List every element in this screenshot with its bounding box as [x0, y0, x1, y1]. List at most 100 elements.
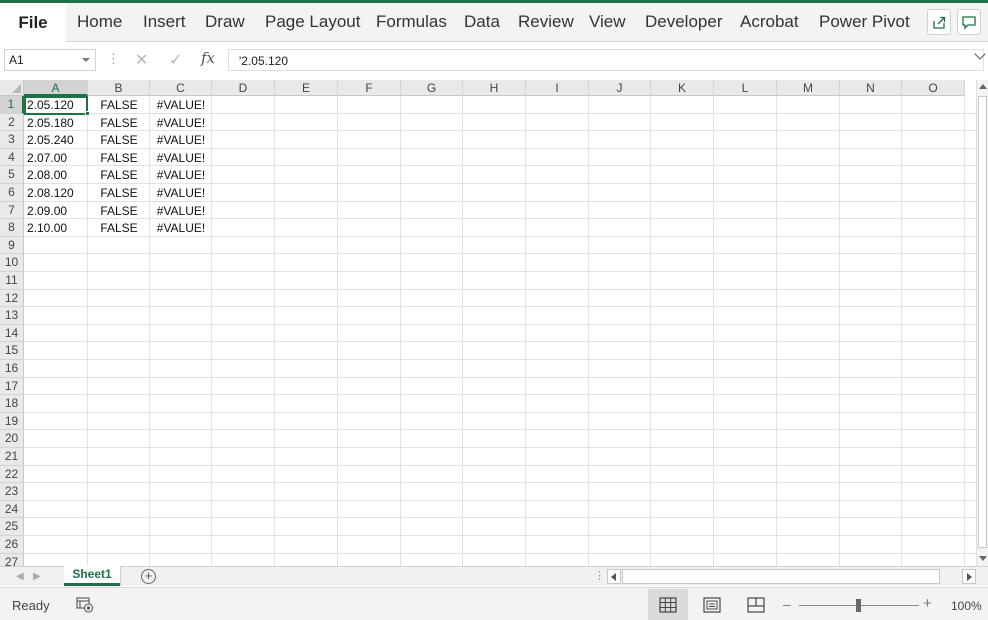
page-break-preview-button[interactable]	[736, 589, 776, 620]
normal-view-button[interactable]	[648, 589, 688, 620]
row-header-5[interactable]: 5	[0, 166, 24, 184]
row-header-13[interactable]: 13	[0, 307, 24, 325]
row-header-15[interactable]: 15	[0, 342, 24, 360]
tab-formulas[interactable]: Formulas	[376, 12, 447, 32]
row-header-22[interactable]: 22	[0, 465, 24, 484]
row-header-10[interactable]: 10	[0, 254, 24, 272]
row-header-21[interactable]: 21	[0, 448, 24, 466]
row-header-23[interactable]: 23	[0, 483, 24, 501]
row-header-19[interactable]: 19	[0, 412, 24, 431]
column-header-g[interactable]: G	[401, 80, 463, 96]
vertical-scrollbar[interactable]	[976, 80, 988, 566]
cell-a5[interactable]: 2.08.00	[27, 167, 87, 184]
row-header-3[interactable]: 3	[0, 131, 24, 149]
scroll-down-icon[interactable]	[979, 556, 987, 561]
tab-developer[interactable]: Developer	[645, 12, 723, 32]
row-header-26[interactable]: 26	[0, 536, 24, 554]
next-sheet-icon[interactable]: ▶	[33, 571, 41, 582]
column-header-f[interactable]: F	[338, 80, 401, 96]
tab-file[interactable]: File	[0, 3, 66, 42]
tab-home[interactable]: Home	[77, 12, 122, 32]
cell-a6[interactable]: 2.08.120	[27, 185, 87, 202]
accessibility-icon[interactable]	[76, 597, 94, 613]
zoom-level[interactable]: 100%	[951, 599, 982, 613]
cancel-x-icon[interactable]: ✕	[135, 50, 148, 70]
tab-draw[interactable]: Draw	[205, 12, 245, 32]
row-header-7[interactable]: 7	[0, 201, 24, 220]
cell-b5[interactable]: FALSE	[88, 167, 150, 184]
tab-split-handle[interactable]: ⋮	[594, 570, 605, 582]
tab-page-layout[interactable]: Page Layout	[265, 12, 360, 32]
row-header-2[interactable]: 2	[0, 113, 24, 132]
tab-insert[interactable]: Insert	[143, 12, 186, 32]
cell-c2[interactable]: #VALUE!	[150, 115, 212, 132]
cell-b3[interactable]: FALSE	[88, 132, 150, 149]
tab-data[interactable]: Data	[464, 12, 500, 32]
scroll-right-icon[interactable]	[962, 569, 976, 584]
column-header-h[interactable]: H	[463, 80, 526, 96]
column-header-d[interactable]: D	[212, 80, 275, 96]
formula-bar-drag-handle[interactable]: ⋮	[107, 52, 120, 66]
column-header-n[interactable]: N	[840, 80, 902, 96]
cell-b2[interactable]: FALSE	[88, 115, 150, 132]
scroll-left-icon[interactable]	[607, 569, 621, 584]
row-header-9[interactable]: 9	[0, 236, 24, 255]
zoom-slider-thumb[interactable]	[856, 599, 861, 612]
cell-c3[interactable]: #VALUE!	[150, 132, 212, 149]
cell-b4[interactable]: FALSE	[88, 150, 150, 167]
row-header-16[interactable]: 16	[0, 360, 24, 378]
row-header-12[interactable]: 12	[0, 289, 24, 308]
column-header-k[interactable]: K	[651, 80, 714, 96]
column-header-i[interactable]: I	[526, 80, 589, 96]
comments-button[interactable]	[957, 9, 981, 35]
row-header-11[interactable]: 11	[0, 272, 24, 290]
row-header-20[interactable]: 20	[0, 430, 24, 448]
cell-c7[interactable]: #VALUE!	[150, 203, 212, 220]
add-sheet-icon[interactable]: +	[141, 569, 156, 584]
horizontal-scroll-thumb[interactable]	[622, 569, 940, 584]
fill-handle[interactable]	[85, 111, 90, 116]
cell-b7[interactable]: FALSE	[88, 203, 150, 220]
cell-a7[interactable]: 2.09.00	[27, 203, 87, 220]
horizontal-scroll-track[interactable]	[940, 569, 962, 584]
cell-c4[interactable]: #VALUE!	[150, 150, 212, 167]
row-header-17[interactable]: 17	[0, 377, 24, 396]
column-header-a[interactable]: A	[24, 80, 88, 96]
cell-b8[interactable]: FALSE	[88, 220, 150, 237]
vertical-scroll-thumb[interactable]	[978, 96, 987, 548]
zoom-in-button[interactable]: +	[923, 595, 932, 612]
column-header-m[interactable]: M	[777, 80, 840, 96]
chevron-down-icon[interactable]	[82, 58, 90, 62]
tab-power-pivot[interactable]: Power Pivot	[819, 12, 910, 32]
column-header-e[interactable]: E	[275, 80, 338, 96]
formula-input[interactable]: '2.05.120	[228, 49, 984, 71]
spreadsheet-grid[interactable]: ABCDEFGHIJKLMNO 1 2 3 4 5 6 7 8 9 10 11 12 13 14 15 16 1…	[0, 80, 988, 566]
cell-a3[interactable]: 2.05.240	[27, 132, 87, 149]
cell-a4[interactable]: 2.07.00	[27, 150, 87, 167]
cell-c5[interactable]: #VALUE!	[150, 167, 212, 184]
row-header-14[interactable]: 14	[0, 324, 24, 343]
sheet-tab-sheet1[interactable]: Sheet1	[64, 566, 120, 586]
cell-c6[interactable]: #VALUE!	[150, 185, 212, 202]
cell-b6[interactable]: FALSE	[88, 185, 150, 202]
row-header-27[interactable]: 27	[0, 553, 24, 566]
tab-acrobat[interactable]: Acrobat	[740, 12, 799, 32]
row-header-25[interactable]: 25	[0, 518, 24, 536]
column-header-o[interactable]: O	[902, 80, 965, 96]
tab-review[interactable]: Review	[518, 12, 574, 32]
check-icon[interactable]: ✓	[169, 50, 182, 70]
row-header-18[interactable]: 18	[0, 395, 24, 413]
column-header-b[interactable]: B	[88, 80, 150, 96]
select-all-button[interactable]	[0, 80, 24, 96]
cell-c1[interactable]: #VALUE!	[150, 97, 212, 114]
column-header-j[interactable]: J	[589, 80, 651, 96]
zoom-out-button[interactable]: –	[783, 596, 791, 612]
row-header-6[interactable]: 6	[0, 184, 24, 202]
cell-a8[interactable]: 2.10.00	[27, 220, 87, 237]
column-header-c[interactable]: C	[150, 80, 212, 96]
insert-function-button[interactable]: fx	[201, 49, 215, 67]
page-layout-view-button[interactable]	[692, 589, 732, 620]
row-header-8[interactable]: 8	[0, 219, 24, 237]
column-header-l[interactable]: L	[714, 80, 777, 96]
prev-sheet-icon[interactable]: ◀	[16, 571, 24, 582]
